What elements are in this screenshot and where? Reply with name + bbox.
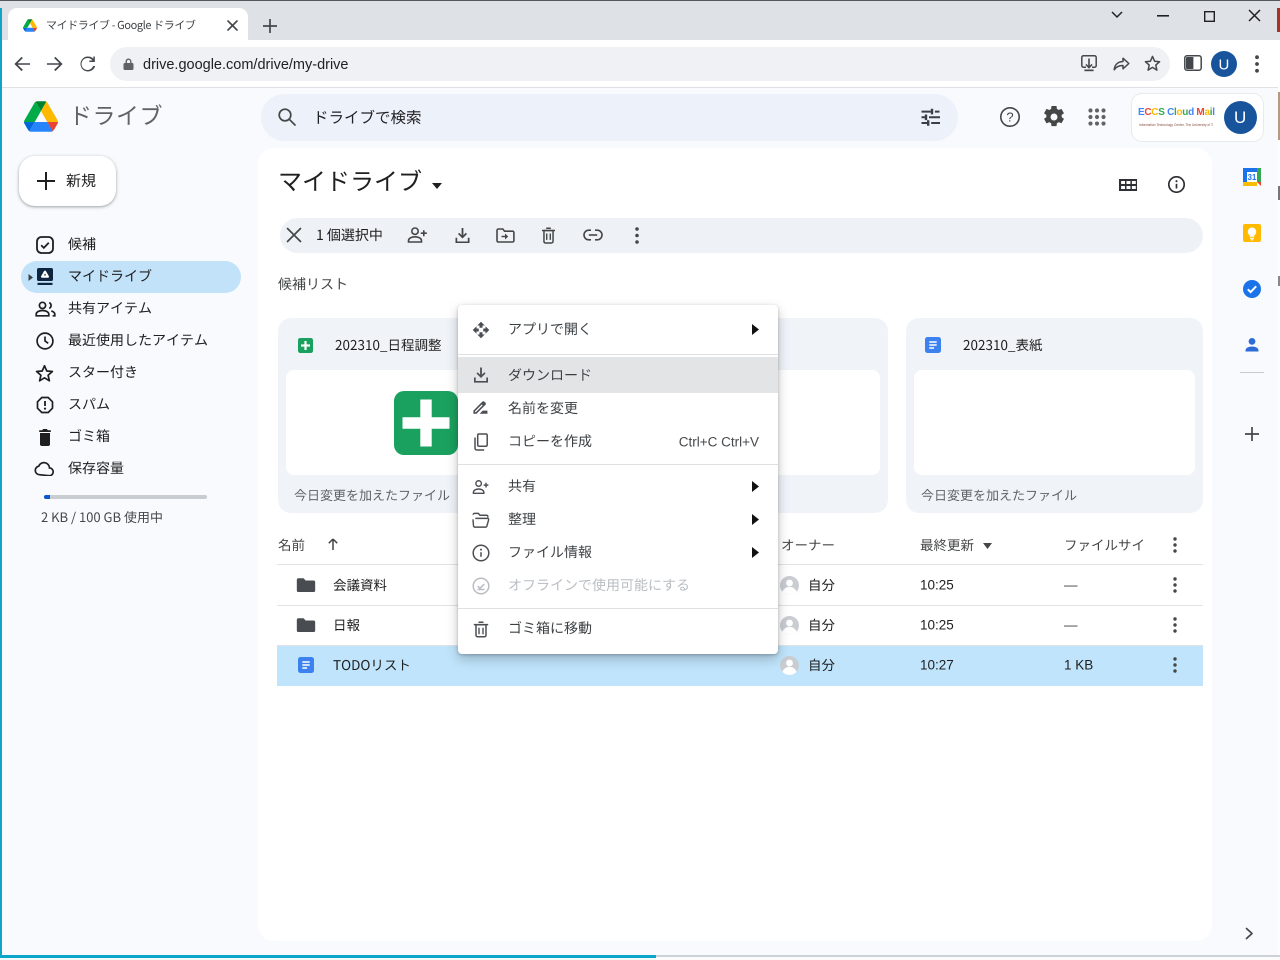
svg-text:?: ? — [1006, 110, 1013, 125]
svg-text:31: 31 — [1248, 173, 1257, 182]
